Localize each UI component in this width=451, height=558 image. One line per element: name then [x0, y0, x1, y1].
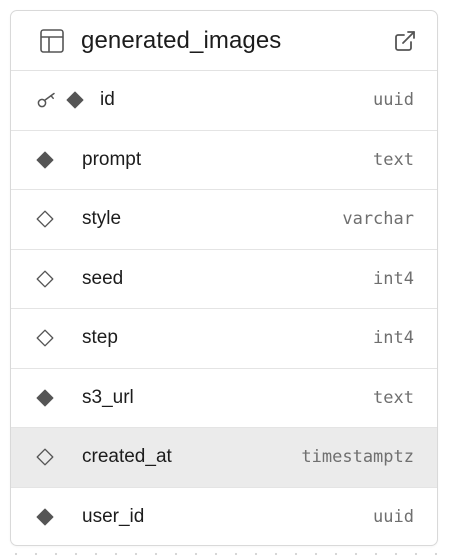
column-name: user_id: [82, 506, 145, 528]
nullable-diamond-icon: [35, 209, 55, 229]
column-row-id[interactable]: id uuid: [11, 71, 437, 131]
column-name: s3_url: [82, 386, 134, 408]
column-row-s3-url[interactable]: s3_url text: [11, 369, 437, 428]
column-icons: [35, 90, 85, 110]
column-name: style: [82, 208, 122, 230]
column-name: created_at: [82, 446, 172, 468]
nullable-diamond-icon: [35, 269, 55, 289]
non-nullable-diamond-icon: [35, 388, 55, 408]
non-nullable-diamond-icon: [35, 507, 55, 527]
table-name: generated_images: [81, 26, 282, 54]
table-icon: [39, 28, 65, 54]
column-name: seed: [82, 267, 124, 289]
column-row-step[interactable]: step int4: [11, 309, 437, 369]
nullable-diamond-icon: [35, 328, 55, 348]
column-row-prompt[interactable]: prompt text: [11, 131, 437, 190]
column-name: id: [100, 89, 115, 111]
column-type: timestamptz: [301, 447, 414, 468]
column-name: step: [82, 327, 118, 349]
column-icons: [35, 209, 82, 229]
table-card: generated_images id uuid prompt text style va…: [10, 10, 438, 546]
column-type: uuid: [373, 90, 414, 111]
column-icons: [35, 269, 82, 289]
column-icons: [35, 507, 82, 527]
column-type: varchar: [342, 209, 414, 230]
non-nullable-diamond-icon: [65, 90, 85, 110]
column-row-style[interactable]: style varchar: [11, 190, 437, 250]
column-type: uuid: [373, 507, 414, 528]
column-icons: [35, 447, 82, 467]
column-type: int4: [373, 268, 414, 289]
table-header: generated_images: [11, 11, 437, 71]
column-type: int4: [373, 328, 414, 349]
column-icons: [35, 150, 82, 170]
column-icons: [35, 388, 82, 408]
column-type: text: [373, 387, 414, 408]
nullable-diamond-icon: [35, 447, 55, 467]
column-icons: [35, 328, 82, 348]
non-nullable-diamond-icon: [35, 150, 55, 170]
primary-key-icon: [37, 92, 59, 108]
column-type: text: [373, 149, 414, 170]
column-list: id uuid prompt text style varchar seed int4 step…: [11, 71, 437, 546]
column-row-seed[interactable]: seed int4: [11, 250, 437, 309]
column-name: prompt: [82, 148, 142, 170]
column-row-created-at[interactable]: created_at timestamptz: [11, 428, 437, 488]
external-link-icon[interactable]: [393, 29, 417, 53]
column-row-user-id[interactable]: user_id uuid: [11, 488, 437, 546]
